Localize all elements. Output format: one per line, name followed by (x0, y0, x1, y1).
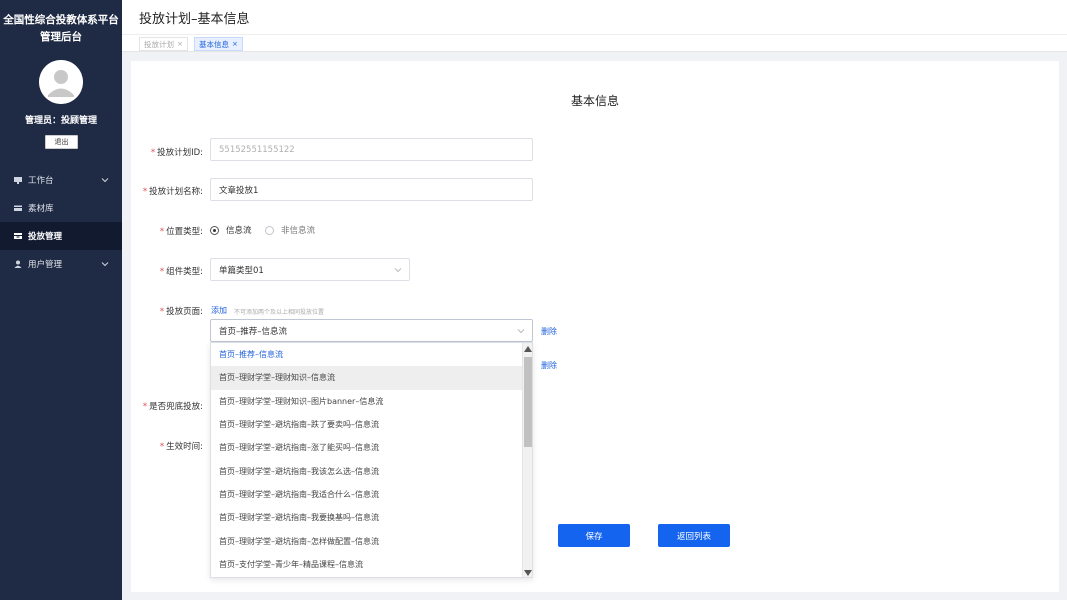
form-title: 基本信息 (570, 94, 619, 108)
dropdown-scrollbar[interactable] (522, 343, 532, 577)
tab-basic-info[interactable]: 基本信息 × (194, 37, 243, 51)
sidebar-item-label: 工作台 (28, 176, 54, 186)
plan-id-field[interactable]: 55152551155122 (210, 138, 533, 161)
user-icon (13, 259, 23, 269)
sidebar-menu: 工作台 素材库 投放管理 用户管理 (0, 166, 122, 278)
dropdown-option[interactable]: 首页–理财学堂–避坑指南–跌了要卖吗–信息流 (211, 413, 532, 436)
fallback-label: * 是否兜底投放: (142, 402, 203, 412)
placement-page-label: * 投放页面: (159, 307, 203, 317)
logout-button[interactable]: 退出 (45, 135, 78, 149)
chevron-down-icon (100, 175, 110, 185)
chevron-down-icon (393, 265, 403, 275)
required-mark: * (142, 187, 148, 197)
app-title-line2: 管理后台 (40, 31, 82, 43)
plan-name-label: * 投放计划名称: (142, 187, 203, 197)
form-panel: 基本信息 * 投放计划ID: 55152551155122 * 投放计划名称: 文章… (131, 61, 1059, 592)
avatar (39, 60, 83, 104)
dropdown-option[interactable]: 首页–理财学堂–理财知识–图片banner–信息流 (211, 390, 532, 413)
page-title: 投放计划–基本信息 (139, 12, 250, 27)
required-mark: * (159, 307, 165, 317)
dropdown-option[interactable]: 首页–理财学堂–避坑指南–涨了能买吗–信息流 (211, 436, 532, 459)
header: 投放计划–基本信息 (122, 0, 1067, 34)
dropdown-option[interactable]: 首页–支付学堂–青少年–精品课程–信息流 (211, 553, 532, 576)
required-mark: * (142, 402, 148, 412)
plan-id-label: * 投放计划ID: (150, 148, 203, 158)
dropdown-options: 首页–推荐–信息流 首页–理财学堂–理财知识–信息流 首页–理财学堂–理财知识–… (211, 343, 532, 576)
sidebar: 全国性综合投教体系平台 管理后台 管理员：投顾管理 退出 工作台 素材库 投放管… (0, 0, 122, 600)
position-type-label: * 位置类型: (159, 227, 203, 237)
delete-link[interactable]: 删除 (541, 360, 557, 371)
radio-non-feed[interactable]: 非信息流 (265, 224, 315, 236)
close-icon[interactable]: × (177, 40, 183, 48)
folder-icon (13, 203, 23, 213)
required-mark: * (159, 267, 165, 277)
page-select[interactable]: 首页–推荐–信息流 (210, 319, 533, 342)
dropdown-option[interactable]: 首页–理财学堂–避坑指南–我要换基吗–信息流 (211, 506, 532, 529)
tab-label: 投放计划 (144, 39, 174, 49)
sidebar-item-materials[interactable]: 素材库 (0, 194, 122, 222)
component-type-select[interactable]: 单篇类型01 (210, 258, 410, 281)
delete-link[interactable]: 删除 (541, 326, 557, 337)
required-mark: * (159, 442, 165, 452)
radio-dot (265, 225, 274, 235)
close-icon[interactable]: × (232, 40, 238, 48)
required-mark: * (159, 227, 165, 237)
scrollbar-thumb[interactable] (524, 357, 532, 447)
save-button[interactable]: 保存 (558, 524, 630, 547)
effective-time-label: * 生效时间: (159, 442, 203, 452)
dropdown-option[interactable]: 首页–理财学堂–理财知识–信息流 (211, 366, 532, 390)
dropdown-option[interactable]: 首页–理财学堂–避坑指南–我适合什么–信息流 (211, 483, 532, 506)
dropdown-option[interactable]: 首页–理财学堂–避坑指南–我该怎么选–信息流 (211, 459, 532, 482)
monitor-icon (13, 175, 23, 185)
sidebar-item-label: 用户管理 (28, 260, 63, 270)
scroll-up-arrow-icon[interactable] (523, 344, 532, 354)
back-to-list-button[interactable]: 返回列表 (658, 524, 730, 547)
stack-icon (13, 231, 23, 241)
tab-plan[interactable]: 投放计划 × (139, 37, 188, 51)
add-page-link[interactable]: 添加 (211, 305, 227, 316)
radio-dot (210, 225, 219, 235)
component-type-label: * 组件类型: (159, 267, 203, 277)
page-dropdown-list: 首页–推荐–信息流 首页–理财学堂–理财知识–信息流 首页–理财学堂–理财知识–… (210, 342, 533, 578)
app-title: 全国性综合投教体系平台 管理后台 (0, 12, 122, 46)
add-hint: 不可添加两个及以上相同投放位置 (234, 309, 325, 316)
admin-label: 管理员：投顾管理 (24, 116, 97, 126)
required-mark: * (150, 148, 156, 158)
chevron-down-icon (516, 326, 526, 336)
plan-name-field[interactable]: 文章投放1 (210, 178, 533, 201)
dropdown-option[interactable]: 首页–推荐–信息流 (211, 343, 532, 366)
tab-label: 基本信息 (199, 39, 229, 49)
app-title-line1: 全国性综合投教体系平台 (3, 14, 119, 26)
sidebar-item-label: 素材库 (28, 204, 54, 214)
dropdown-option[interactable]: 首页–理财学堂–避坑指南–怎样做配置–信息流 (211, 529, 532, 552)
scroll-down-arrow-icon[interactable] (523, 568, 532, 577)
radio-feed[interactable]: 信息流 (210, 224, 252, 236)
sidebar-item-label: 投放管理 (28, 232, 63, 242)
tabs-bar: 投放计划 × 基本信息 × (122, 34, 1067, 52)
user-avatar-icon (39, 60, 83, 104)
